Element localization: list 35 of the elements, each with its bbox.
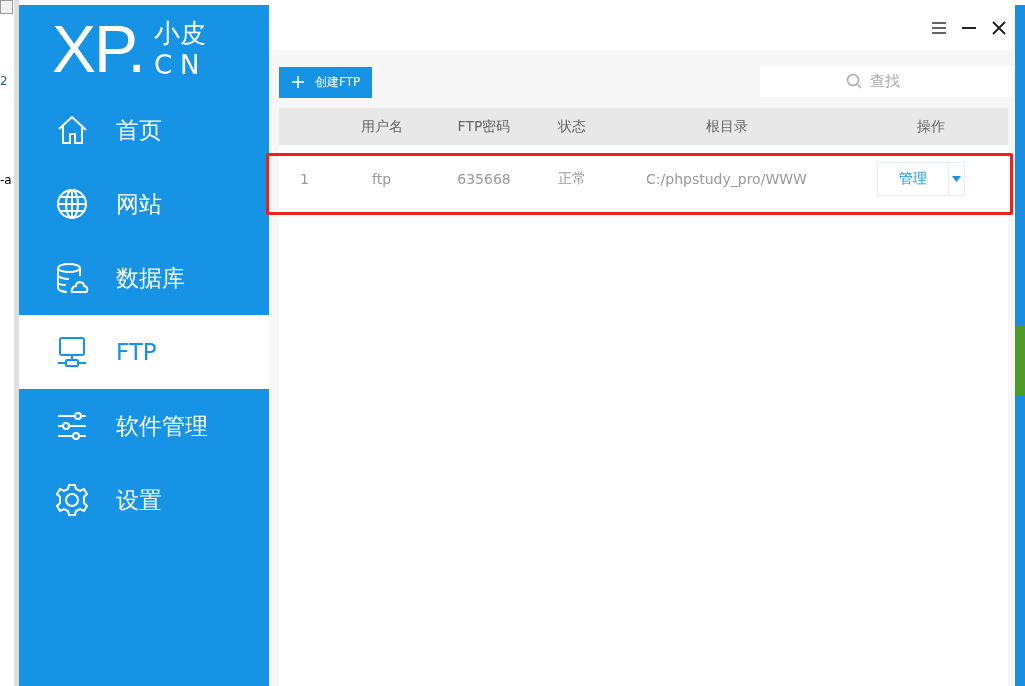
- sidebar-item[interactable]: FTP: [19, 315, 269, 389]
- search-field[interactable]: 查找: [760, 65, 1015, 97]
- table-cell-text: 635668: [456, 171, 512, 187]
- sidebar-item[interactable]: 软件管理: [19, 389, 269, 463]
- logo-text: CN: [153, 49, 208, 81]
- close-icon[interactable]: [991, 19, 1007, 36]
- column-header: 状态: [556, 117, 587, 136]
- logo-mark: XP.: [52, 16, 144, 82]
- table-cell-text: C:/phpstudy_pro/WWW: [645, 171, 808, 187]
- create-ftp-button[interactable]: 创建FTP: [279, 66, 373, 98]
- sliders-icon: [55, 409, 89, 443]
- background-text: 2: [0, 74, 9, 88]
- table-cell-text: 1: [299, 171, 310, 187]
- column-header: 用户名: [359, 117, 404, 136]
- sidebar-item[interactable]: 数据库: [19, 241, 269, 315]
- table-cell-text: 正常: [556, 170, 587, 188]
- caret-icon: [952, 176, 961, 182]
- sidebar-item[interactable]: 首页: [19, 93, 269, 167]
- logo-text: 小皮: [153, 17, 207, 49]
- ftp-icon: [55, 335, 89, 369]
- desktop-strip: [1015, 325, 1025, 395]
- plus-icon: [291, 75, 305, 89]
- column-header: FTP密码: [456, 117, 512, 136]
- database-icon: [55, 261, 89, 295]
- dropdown-button[interactable]: [948, 163, 964, 195]
- globe-icon: [55, 187, 89, 221]
- sidebar-item[interactable]: 设置: [19, 463, 269, 537]
- column-header: 操作: [916, 117, 946, 136]
- sidebar-item[interactable]: 网站: [19, 167, 269, 241]
- menu-icon[interactable]: [931, 19, 947, 36]
- table-cell-text: ftp: [370, 171, 393, 187]
- gear-icon: [55, 483, 89, 517]
- search-icon: [846, 72, 862, 89]
- column-header: 根目录: [704, 117, 749, 136]
- background-text: -a: [0, 173, 13, 187]
